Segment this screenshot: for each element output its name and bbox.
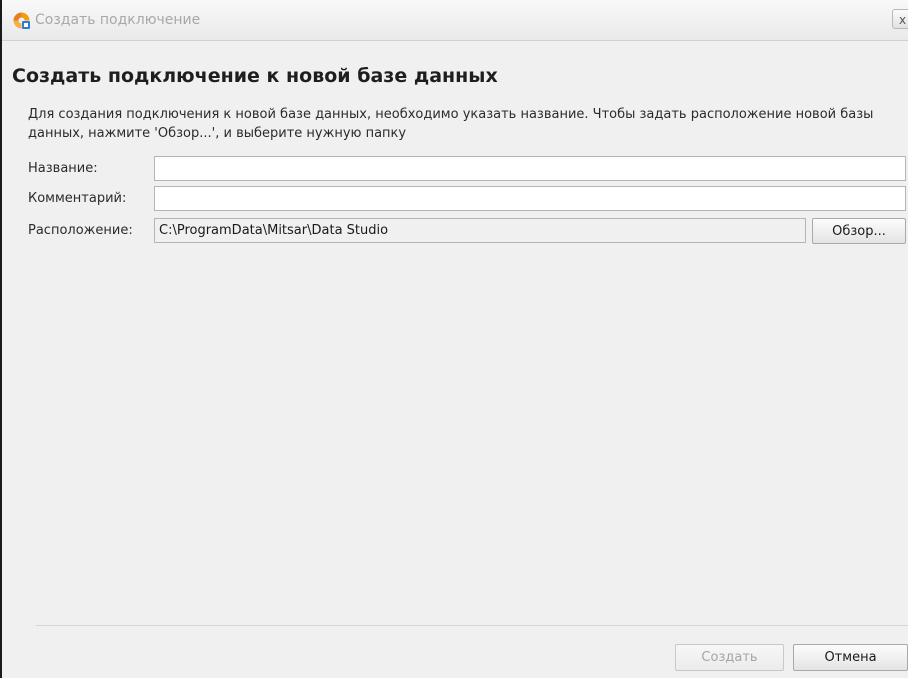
name-label: Название:	[28, 161, 98, 176]
location-label: Расположение:	[28, 223, 133, 238]
title-bar: Создать подключение x	[2, 0, 908, 41]
comment-label: Комментарий:	[28, 191, 127, 206]
app-logo-icon	[13, 12, 30, 29]
page-title: Создать подключение к новой базе данных	[12, 65, 498, 87]
create-connection-dialog: Создать подключение x Создать подключени…	[0, 0, 908, 678]
close-button[interactable]: x	[892, 9, 908, 29]
window-title: Создать подключение	[35, 12, 201, 28]
browse-button[interactable]: Обзор...	[812, 218, 906, 244]
cancel-button[interactable]: Отмена	[793, 644, 908, 671]
instruction-text: Для создания подключения к новой базе да…	[28, 107, 874, 141]
footer-divider	[36, 625, 908, 626]
create-button[interactable]: Создать	[675, 644, 784, 671]
name-field[interactable]	[154, 156, 906, 181]
close-icon: x	[899, 13, 907, 27]
location-field[interactable]	[154, 218, 806, 243]
comment-field[interactable]	[154, 186, 906, 211]
